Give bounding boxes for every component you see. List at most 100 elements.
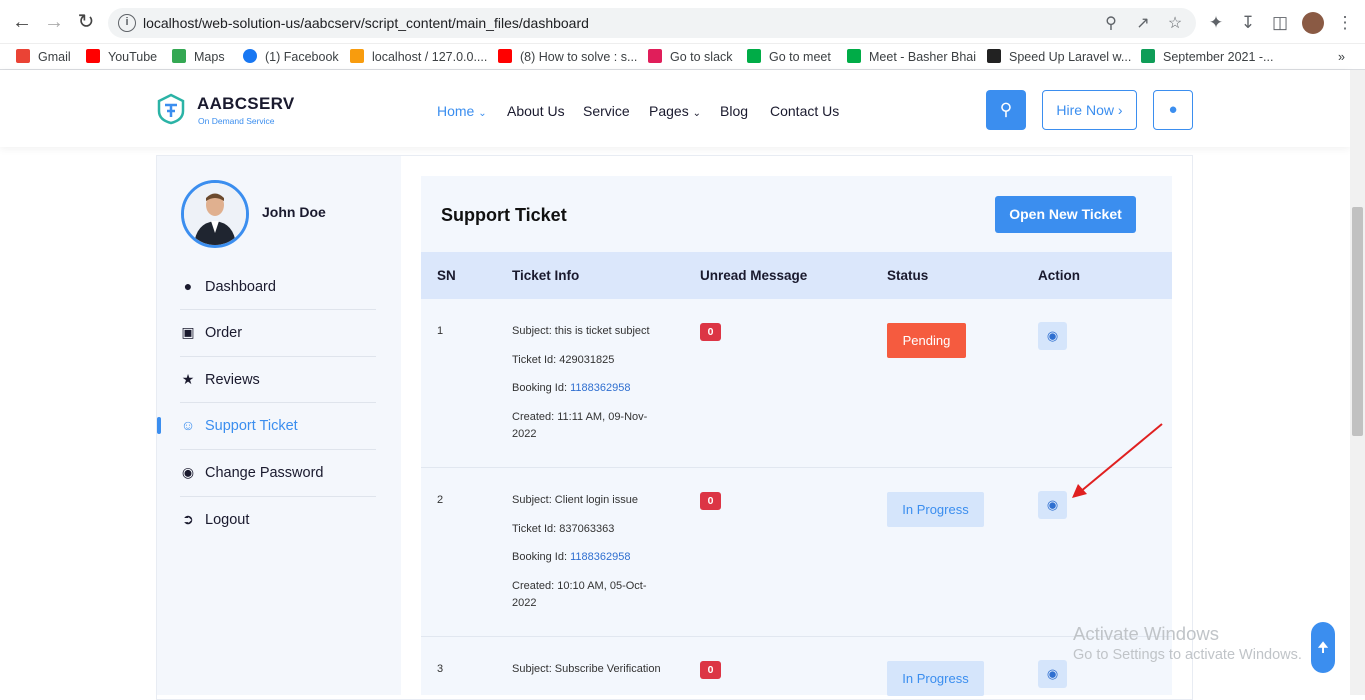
page-title: Support Ticket [441,205,567,225]
nav-label: Home [437,103,475,119]
bookmark-sheets[interactable]: September 2021 -... [1141,47,1273,67]
nav-about-us[interactable]: About Us [507,103,565,119]
search-button[interactable]: ⚲ [986,90,1026,130]
sidebar-item-support-ticket[interactable]: ☺ Support Ticket [180,402,376,448]
ticket-sn: 3 [437,663,444,675]
view-ticket-button[interactable]: ◉ [1038,660,1067,688]
nav-home[interactable]: Home ⌄ [437,103,487,119]
sidebar-item-label: Dashboard [205,279,276,295]
sidebar-item-label: Logout [205,512,250,528]
sidebar-item-change-password[interactable]: ◉ Change Password [180,449,376,495]
view-ticket-button[interactable]: ◉ [1038,322,1067,350]
ticket-id: Ticket Id: 837063363 [512,523,615,535]
meet-icon [847,49,861,63]
bookmark-label: YouTube [108,50,158,64]
booking-id-link[interactable]: 1188362958 [570,551,630,563]
bookmark-gmail[interactable]: Gmail [16,47,71,67]
bookmark-label: Go to meet [769,50,831,64]
bookmark-youtube-video[interactable]: (8) How to solve : s... [498,47,637,67]
sidebar-item-label: Support Ticket [205,418,298,434]
back-icon[interactable]: ← [10,10,34,34]
share-icon[interactable]: ↗ [1133,14,1153,34]
phpmyadmin-icon [350,49,364,63]
order-icon: ▣ [181,324,195,340]
booking-id-link[interactable]: 1188362958 [570,382,630,394]
sidebar-item-reviews[interactable]: ★ Reviews [180,356,376,402]
sidebar-item-logout[interactable]: ➲ Logout [180,496,376,542]
logo-title[interactable]: AABCSERV [197,94,295,114]
bookmark-label: Gmail [38,50,71,64]
search-icon: ⚲ [999,100,1013,119]
logout-icon: ➲ [182,511,194,527]
bookmark-star-icon[interactable]: ☆ [1165,14,1185,34]
scrollbar-thumb[interactable] [1352,207,1363,436]
eye-icon: ◉ [1046,328,1059,343]
booking-id: Booking Id: 1188362958 [512,549,630,566]
bookmark-label: Meet - Basher Bhai [869,50,976,64]
open-new-ticket-button[interactable]: Open New Ticket [995,196,1136,233]
sheets-icon [1141,49,1155,63]
download-icon[interactable]: ↧ [1237,12,1259,34]
hire-now-button[interactable]: Hire Now › [1042,90,1137,130]
bookmark-youtube[interactable]: YouTube [86,47,157,67]
chevron-down-icon: ⌄ [692,108,701,119]
bookmarks-bar: Gmail YouTube Maps (1) Facebook localhos… [0,44,1365,70]
column-header-status: Status [887,268,929,283]
bookmark-meet[interactable]: Go to meet [747,47,831,67]
nav-service[interactable]: Service [583,103,630,119]
forward-icon[interactable]: → [42,10,66,34]
user-lock-icon: ◉ [181,464,195,480]
bookmarks-more[interactable]: » [1338,47,1345,67]
column-header-ticket-info: Ticket Info [512,268,580,283]
eye-icon: ◉ [1046,497,1059,512]
active-indicator [157,417,161,434]
meet-icon [747,49,761,63]
bookmark-meet-basher[interactable]: Meet - Basher Bhai [847,47,976,67]
unread-badge: 0 [700,492,721,510]
profile-avatar[interactable] [1302,12,1324,34]
bookmark-maps[interactable]: Maps [172,47,225,67]
address-bar[interactable]: i localhost/web-solution-us/aabcserv/scr… [108,8,1196,38]
reload-icon[interactable]: ↻ [74,10,98,34]
laravel-icon [987,49,1001,63]
bookmark-facebook[interactable]: (1) Facebook [243,47,339,67]
booking-label: Booking Id: [512,551,571,563]
scroll-to-top-button[interactable]: 🠉 [1311,622,1335,673]
status-badge: In Progress [887,661,984,696]
support-icon: ☺ [180,417,196,433]
bookmark-slack[interactable]: Go to slack [648,47,733,67]
nav-contact-us[interactable]: Contact Us [770,103,839,119]
site-info-icon[interactable]: i [118,14,136,32]
activation-watermark-text: Go to Settings to activate Windows. [1073,647,1302,663]
created-line: 2022 [512,597,537,609]
kebab-menu-icon[interactable]: ⋮ [1334,12,1356,34]
bookmark-label: September 2021 -... [1163,50,1274,64]
star-icon: ★ [181,371,195,387]
column-header-action: Action [1038,268,1080,283]
bookmark-label: (1) Facebook [265,50,339,64]
activation-watermark-title: Activate Windows [1073,623,1219,644]
chevron-right-icon: › [1117,102,1123,118]
sidebar-item-dashboard[interactable]: ● Dashboard [180,263,376,309]
user-account-button[interactable]: ● [1153,90,1193,130]
user-icon: ● [183,278,193,294]
created-line: 2022 [512,428,537,440]
extensions-icon[interactable]: ✦ [1205,12,1227,34]
bookmark-phpmyadmin[interactable]: localhost / 127.0.0.... [350,47,487,67]
created-line: Created: 11:11 AM, 09-Nov- [512,411,648,423]
bookmark-label: (8) How to solve : s... [520,50,638,64]
profile-name: John Doe [262,204,326,220]
logo-icon[interactable] [155,93,187,125]
view-ticket-button[interactable]: ◉ [1038,491,1067,519]
sidebar-item-order[interactable]: ▣ Order [180,309,376,355]
nav-pages[interactable]: Pages ⌄ [649,103,701,119]
profile-avatar-large [181,180,249,248]
nav-blog[interactable]: Blog [720,103,748,119]
zoom-icon[interactable]: ⚲ [1101,14,1121,34]
bookmark-laravel[interactable]: Speed Up Laravel w... [987,47,1131,67]
side-panel-icon[interactable]: ◫ [1269,12,1291,34]
chevron-down-icon: ⌄ [478,108,487,119]
sidebar-item-label: Order [205,325,243,341]
arrow-up-icon: 🠉 [1317,639,1329,655]
gmail-icon [16,49,30,63]
